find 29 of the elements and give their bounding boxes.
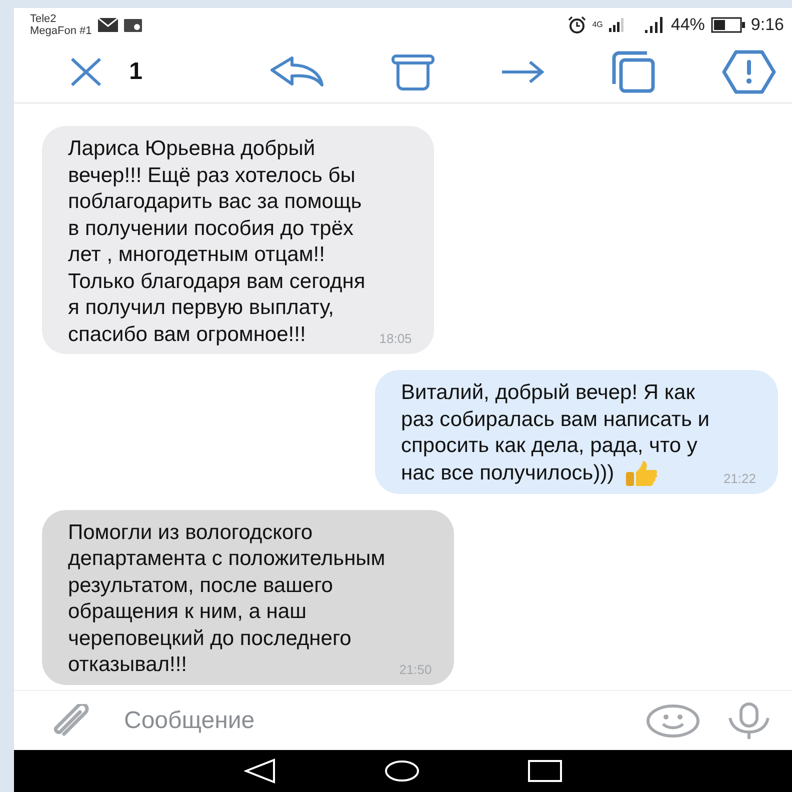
message-icon — [124, 18, 142, 32]
clock-time: 9:16 — [750, 15, 784, 35]
message-bubble[interactable]: Виталий, добрый вечер! Я как раз собиралась вам написать и спросить как дела, рада, что у нас все получилось))) 21:22 — [375, 370, 778, 494]
back-icon[interactable] — [244, 758, 276, 784]
close-icon[interactable] — [68, 57, 104, 87]
signal-icon — [644, 17, 665, 33]
alarm-icon — [568, 16, 586, 34]
mail-icon — [98, 18, 118, 32]
signal-icon — [608, 18, 625, 32]
battery-icon — [710, 17, 745, 33]
trash-icon[interactable] — [390, 53, 435, 91]
warning-icon[interactable] — [722, 50, 776, 94]
message-text: Помогли из вологодского департамента с положительным результатом, после вашего обращения к ним, а наш череповецкий до последнего отказывал!!! — [68, 520, 386, 678]
microphone-icon[interactable] — [726, 702, 772, 740]
copy-icon[interactable] — [610, 50, 657, 94]
selected-count: 1 — [129, 58, 142, 86]
battery-percent: 44% — [670, 15, 705, 35]
message-time: 21:22 — [723, 470, 756, 486]
recents-icon[interactable] — [528, 760, 562, 782]
message-text: Лариса Юрьевна добрый вечер!!! Ещё раз хотелось бы поблагодарить вас за помощь в получении пособия до трёх лет , многодетным отцам!! Только благодаря вам сегодня я получил первую выплату, спасибо вам огромное!!! — [68, 136, 366, 348]
forward-arrow-icon[interactable] — [500, 60, 546, 84]
message-text: Виталий, добрый вечер! Я как раз собиралась вам написать и спросить как дела, рада, что у нас все получилось))) — [401, 380, 710, 488]
message-time: 18:05 — [379, 331, 412, 346]
carrier-names: Tele2 MegaFon #1 — [30, 13, 92, 37]
message-input[interactable]: Сообщение — [122, 706, 620, 736]
smiley-icon[interactable] — [646, 704, 700, 738]
network-type: 4G — [592, 21, 603, 29]
home-icon[interactable] — [384, 760, 420, 782]
reply-icon[interactable] — [268, 56, 326, 88]
